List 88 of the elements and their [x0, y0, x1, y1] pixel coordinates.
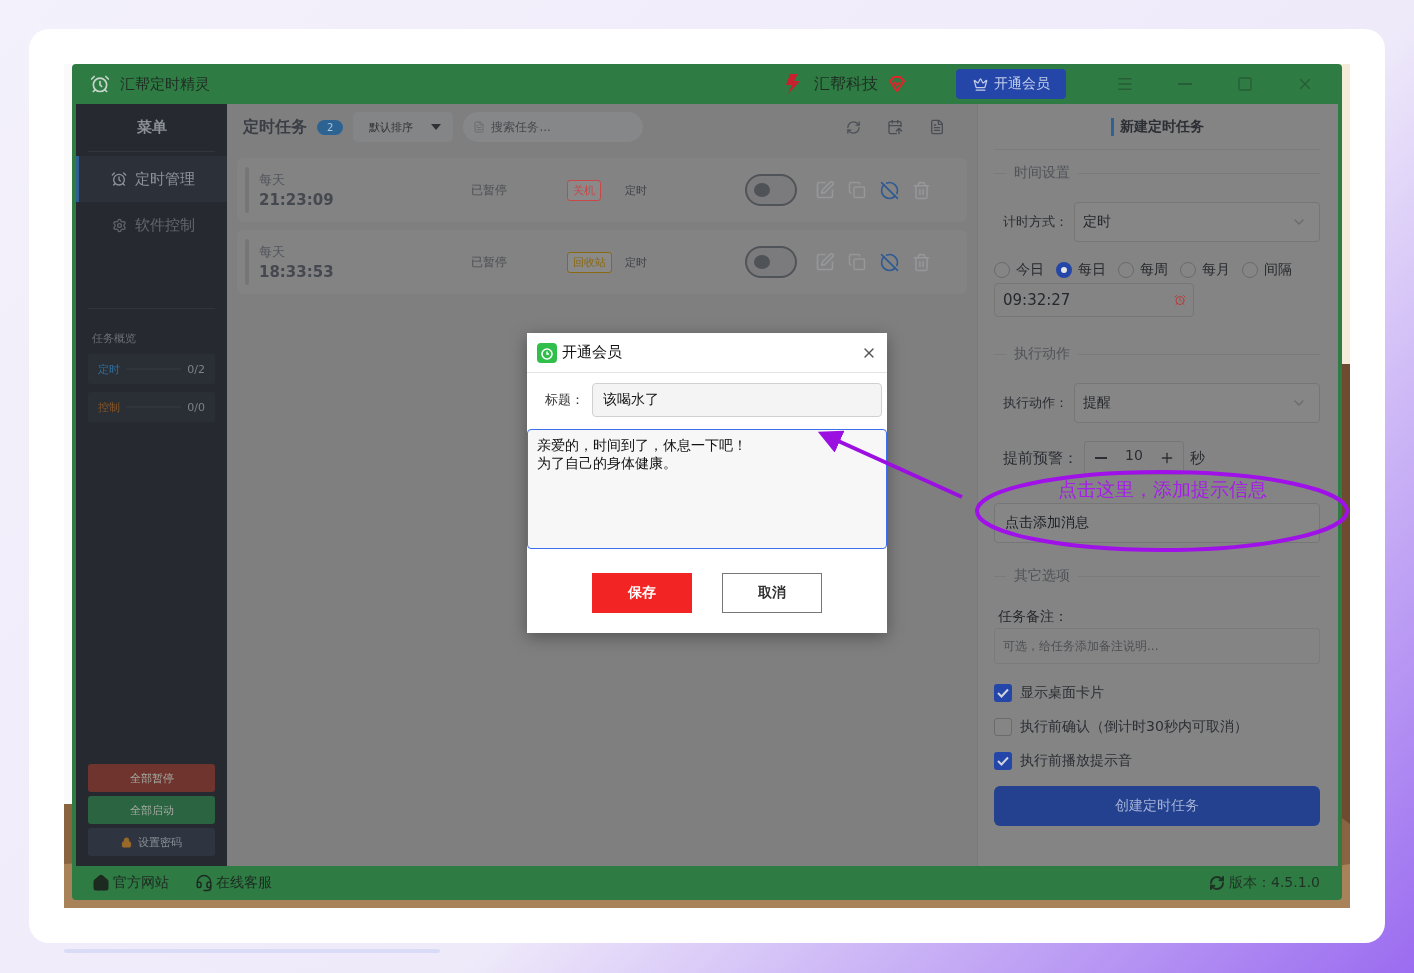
task-toggle[interactable] [745, 246, 797, 278]
checkbox[interactable] [994, 718, 1012, 736]
window-title: 汇帮定时精灵 [120, 74, 210, 94]
start-all-button[interactable]: 全部启动 [88, 796, 215, 824]
radio-button[interactable] [1118, 262, 1134, 278]
save-button[interactable]: 保存 [592, 573, 692, 613]
pause-all-button[interactable]: 全部暂停 [88, 764, 215, 792]
minus-icon [1095, 457, 1107, 459]
task-type: 定时 [625, 254, 648, 270]
option-label: 执行前确认（倒计时30秒内可取消） [1020, 718, 1248, 736]
overview-label: 控制 [98, 399, 120, 415]
cancel-button[interactable]: 取消 [722, 573, 822, 613]
sort-dropdown[interactable]: 默认排序 [353, 112, 454, 142]
sidebar-heading: 菜单 [88, 104, 215, 152]
field-label: 计时方式： [1002, 213, 1069, 231]
count-badge: 2 [317, 119, 344, 135]
footer-link[interactable]: 在线客服 [195, 874, 272, 892]
house-icon [92, 874, 110, 892]
task-time: 21:23:09 [259, 191, 335, 209]
plus-icon [1159, 450, 1175, 466]
checkmark-icon [997, 688, 1009, 698]
option-label: 执行前播放提示音 [1020, 752, 1132, 770]
alarm-clock-icon [111, 171, 127, 187]
circle-slash-icon [879, 252, 899, 272]
stepper-value: 10 [1125, 447, 1143, 463]
dialog-title: 开通会员 [562, 343, 623, 362]
message-field[interactable]: 亲爱的，时间到了，休息一下吧！ 为了自己的身体健康。 [527, 429, 887, 549]
radio-label: 今日 [1016, 261, 1044, 279]
create-task-button[interactable]: 创建定时任务 [994, 786, 1320, 826]
app-icon [537, 342, 557, 363]
sidebar-item[interactable]: 定时管理 [76, 156, 227, 202]
radio-label: 每月 [1202, 261, 1230, 279]
refresh-icon [845, 119, 861, 135]
form-title: 新建定时任务 [1110, 117, 1204, 136]
version-text: 版本：4.5.1.0 [1229, 874, 1320, 892]
menu-icon [1116, 75, 1134, 93]
crown-icon [972, 76, 988, 92]
mode-select[interactable]: 定时 [1074, 202, 1320, 242]
annotation-text: 点击这里，添加提示信息 [1058, 477, 1267, 502]
sidebar-item[interactable]: 软件控制 [76, 202, 227, 248]
radio-button[interactable] [994, 262, 1010, 278]
refresh-icon [1209, 875, 1225, 891]
list-title: 定时任务 [243, 116, 307, 138]
headset-icon [195, 874, 213, 892]
option-label: 显示桌面卡片 [1020, 684, 1104, 702]
search-field[interactable]: 搜索任务... [463, 112, 644, 142]
field-label: 任务备注： [997, 608, 1068, 626]
task-tag: 回收站 [567, 251, 612, 273]
vip-button[interactable]: 开通会员 [956, 69, 1066, 99]
circle-slash-icon [879, 180, 899, 200]
radio-label: 间隔 [1264, 261, 1292, 279]
field-label: 执行动作： [1002, 394, 1069, 412]
overview-count: 0/0 [187, 400, 205, 414]
maximize-icon [1237, 76, 1253, 92]
document-icon [929, 119, 945, 135]
message-field[interactable]: 点击添加消息 [994, 503, 1320, 543]
alarm-clock-icon [1174, 294, 1186, 306]
time-field[interactable]: 09:32:27 [994, 283, 1194, 317]
overview-count: 0/2 [187, 362, 205, 376]
radio-label: 每日 [1078, 261, 1106, 279]
field-label: 提前预警： [1002, 448, 1079, 468]
action-select[interactable]: 提醒 [1074, 383, 1320, 423]
brand-name: 汇帮科技 [814, 73, 878, 95]
radio-button[interactable] [1180, 262, 1196, 278]
task-toggle[interactable] [745, 174, 797, 206]
title-field[interactable]: 该喝水了 [592, 383, 882, 417]
footer-link[interactable]: 官方网站 [92, 874, 169, 892]
checkbox[interactable] [994, 752, 1012, 770]
checkbox[interactable] [994, 684, 1012, 702]
document-icon [473, 121, 486, 133]
alarm-clock-icon [90, 74, 110, 94]
field-label: 标题： [545, 391, 584, 409]
caret-icon [431, 124, 442, 130]
unit-label: 秒 [1190, 448, 1205, 468]
overview-title: 任务概览 [92, 332, 136, 345]
gear-icon [111, 217, 127, 233]
lock-icon [121, 836, 132, 848]
radio-label: 每周 [1140, 261, 1168, 279]
task-tag: 关机 [567, 179, 601, 201]
radio-button[interactable] [1242, 262, 1258, 278]
task-time: 18:33:53 [259, 263, 335, 281]
calendar-icon [887, 119, 903, 135]
task-type: 定时 [625, 182, 648, 198]
diamond-icon [888, 76, 906, 92]
overview-label: 定时 [98, 361, 120, 377]
password-button[interactable]: 设置密码 [88, 828, 215, 856]
radio-button[interactable] [1056, 262, 1072, 278]
checkmark-icon [997, 756, 1009, 766]
